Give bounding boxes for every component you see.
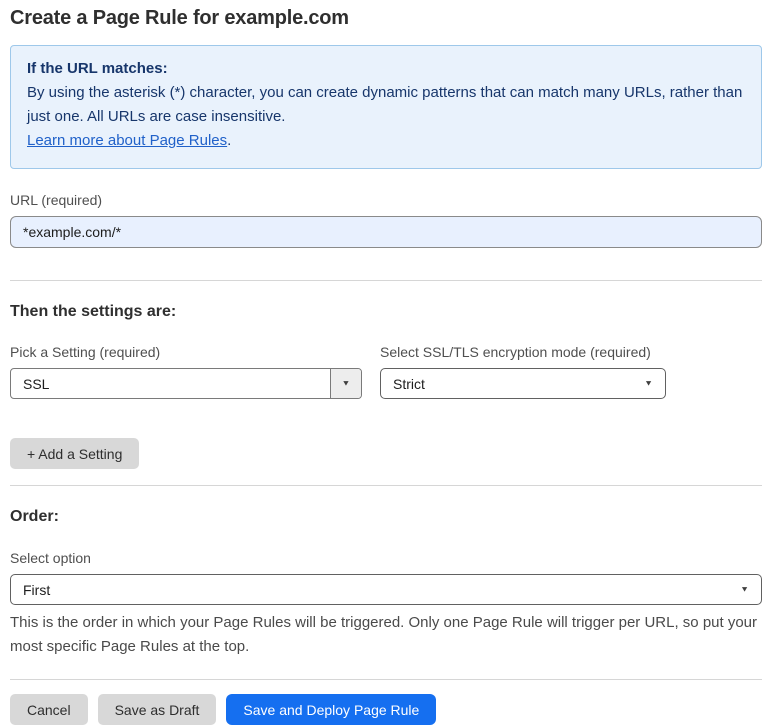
divider bbox=[10, 280, 762, 281]
save-draft-button[interactable]: Save as Draft bbox=[97, 694, 217, 725]
create-page-rule-form: Create a Page Rule for example.com If th… bbox=[0, 0, 772, 725]
mode-picker-group: Select SSL/TLS encryption mode (required… bbox=[380, 344, 666, 399]
order-help-text: This is the order in which your Page Rul… bbox=[10, 614, 758, 655]
divider bbox=[10, 679, 762, 680]
info-box-body: By using the asterisk (*) character, you… bbox=[27, 84, 743, 125]
mode-picker-label: Select SSL/TLS encryption mode (required… bbox=[380, 344, 651, 360]
order-heading: Order: bbox=[10, 508, 59, 525]
url-input[interactable] bbox=[10, 216, 762, 248]
setting-select-value: SSL bbox=[23, 375, 50, 392]
order-select-label: Select option bbox=[10, 550, 91, 566]
learn-more-link[interactable]: Learn more about Page Rules bbox=[27, 132, 227, 149]
setting-select[interactable]: SSL ▼ bbox=[10, 368, 362, 399]
info-box-link-line: Learn more about Page Rules. bbox=[27, 129, 745, 153]
add-setting-button[interactable]: + Add a Setting bbox=[10, 438, 140, 469]
footer-actions: Cancel Save as Draft Save and Deploy Pag… bbox=[10, 694, 762, 725]
setting-select-arrow-button[interactable]: ▼ bbox=[330, 369, 361, 398]
order-select-value: First bbox=[23, 581, 51, 598]
chevron-down-icon: ▼ bbox=[341, 378, 351, 388]
setting-picker-group: Pick a Setting (required) SSL ▼ bbox=[10, 344, 362, 399]
settings-heading: Then the settings are: bbox=[10, 303, 177, 320]
chevron-down-icon: ▼ bbox=[644, 378, 653, 388]
info-box-heading: If the URL matches: bbox=[27, 60, 168, 77]
url-label: URL (required) bbox=[10, 192, 103, 208]
save-deploy-button[interactable]: Save and Deploy Page Rule bbox=[226, 694, 437, 725]
page-title: Create a Page Rule for example.com bbox=[10, 7, 349, 29]
order-select[interactable]: First ▼ bbox=[10, 574, 762, 605]
setting-picker-label: Pick a Setting (required) bbox=[10, 344, 161, 360]
link-suffix: . bbox=[227, 132, 232, 149]
divider bbox=[10, 485, 762, 486]
chevron-down-icon: ▼ bbox=[740, 584, 749, 594]
ssl-mode-select[interactable]: Strict ▼ bbox=[380, 368, 666, 399]
url-match-info-box: If the URL matches: By using the asteris… bbox=[10, 45, 762, 169]
mode-select-value: Strict bbox=[393, 375, 425, 392]
setting-pickers-row: Pick a Setting (required) SSL ▼ Select S… bbox=[10, 344, 762, 399]
cancel-button[interactable]: Cancel bbox=[10, 694, 88, 725]
